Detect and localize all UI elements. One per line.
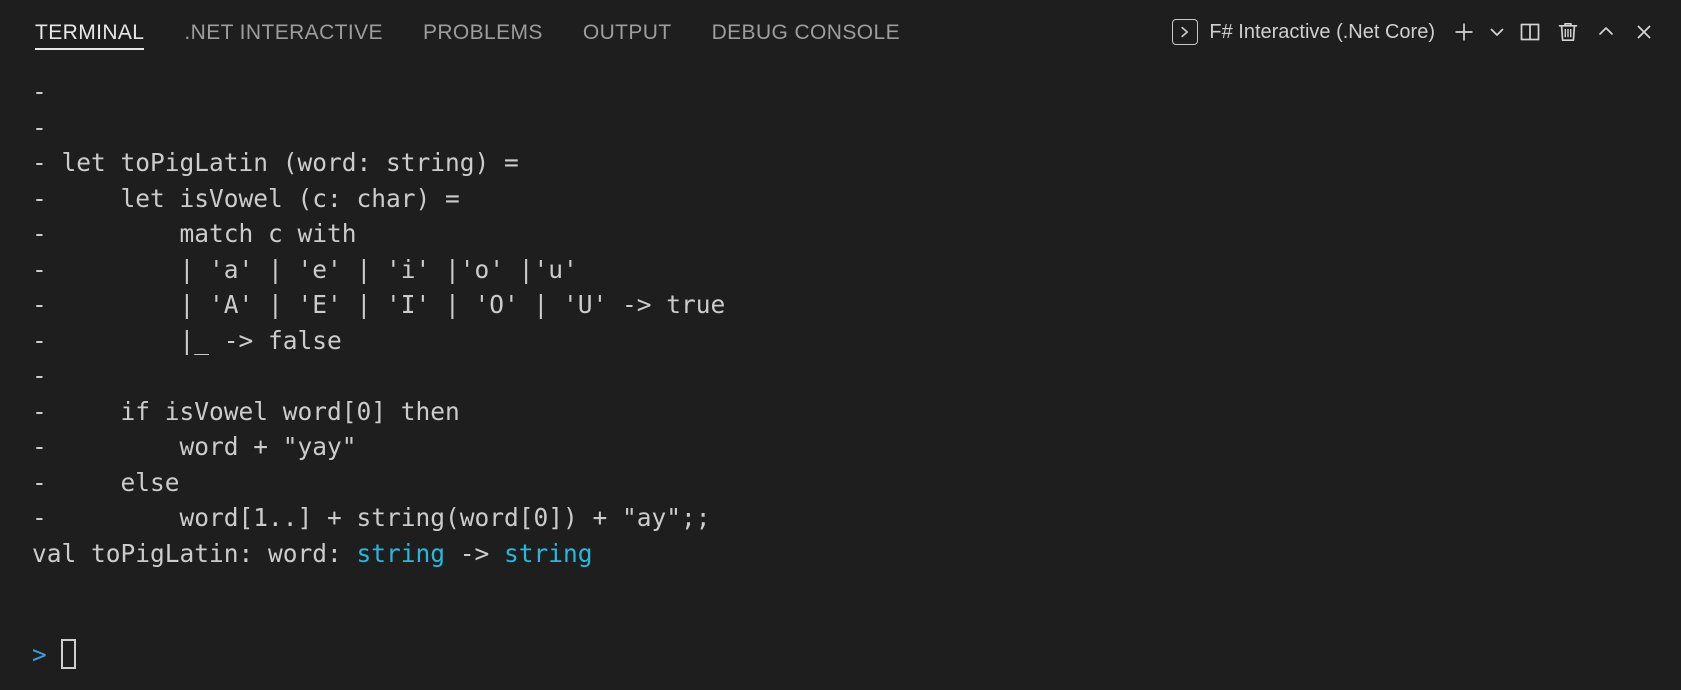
kill-terminal-button[interactable] [1549, 13, 1587, 51]
maximize-panel-button[interactable] [1587, 13, 1625, 51]
terminal-panel: TERMINAL .NET INTERACTIVE PROBLEMS OUTPU… [0, 0, 1681, 690]
terminal-line-segment: - |_ -> false [32, 325, 342, 355]
terminal-line-segment: string [356, 538, 446, 568]
tab-problems-label: PROBLEMS [422, 21, 543, 44]
split-terminal-button[interactable] [1511, 13, 1549, 51]
terminal-line-segment: - if isVowel word[0] then [32, 396, 460, 426]
tab-debug-console-label: DEBUG CONSOLE [711, 21, 900, 44]
trash-icon [1555, 19, 1581, 45]
terminal-line-segment: - [32, 112, 62, 142]
prompt-symbol: > [32, 639, 47, 669]
terminal-chevron-icon [1172, 19, 1199, 45]
terminal-line-segment: - match c with [32, 219, 357, 248]
terminal-line-segment: string [504, 538, 593, 568]
terminal-output-area[interactable]: - - - let toPigLatin (word: string) = - l… [0, 66, 1681, 690]
terminal-line-segment: - let isVowel (c: char) = [32, 183, 460, 213]
terminal-profile-dropdown-button[interactable] [1483, 13, 1511, 51]
terminal-line-segment: - word + "yay" [32, 432, 357, 461]
terminal-line: - [32, 358, 1681, 394]
chevron-up-icon [1594, 20, 1618, 44]
tab-problems[interactable]: PROBLEMS [403, 0, 563, 66]
terminal-line: - let isVowel (c: char) = [32, 181, 1681, 217]
split-panel-icon [1517, 19, 1543, 45]
terminal-prompt-row[interactable]: > [32, 637, 76, 673]
tab-dotnet-interactive[interactable]: .NET INTERACTIVE [164, 0, 403, 66]
tab-debug-console[interactable]: DEBUG CONSOLE [692, 0, 920, 66]
tab-output-label: OUTPUT [582, 21, 672, 44]
terminal-line-segment: val toPigLatin: word: [32, 538, 357, 568]
plus-icon [1451, 19, 1477, 45]
terminal-line: - | 'A' | 'E' | 'I' | 'O' | 'U' -> true [32, 287, 1681, 323]
tab-dotnet-interactive-label: .NET INTERACTIVE [184, 21, 383, 44]
terminal-line-segment: - [32, 77, 62, 106]
terminal-line-segment: - else [32, 467, 180, 497]
panel-tab-list: TERMINAL .NET INTERACTIVE PROBLEMS OUTPU… [30, 0, 920, 66]
tab-output[interactable]: OUTPUT [563, 0, 692, 66]
terminal-line: - [32, 74, 1681, 110]
terminal-line-segment: -> [445, 538, 505, 568]
header-spacer [920, 0, 1168, 66]
terminal-line: - match c with [32, 216, 1681, 252]
tab-terminal[interactable]: TERMINAL [30, 0, 164, 66]
terminal-line: - |_ -> false [32, 323, 1681, 359]
terminal-line-segment: - word[1..] + string(word[0]) + "ay";; [32, 503, 711, 532]
text-cursor [60, 639, 76, 670]
terminal-line-segment: - let toPigLatin (word: string) = [32, 148, 519, 177]
active-terminal-selector[interactable]: F# Interactive (.Net Core) [1168, 19, 1445, 45]
close-panel-button[interactable] [1625, 13, 1663, 51]
terminal-line: - else [32, 465, 1681, 501]
terminal-line: val toPigLatin: word: string -> string [32, 536, 1681, 572]
terminal-line-list: - - - let toPigLatin (word: string) = - l… [32, 74, 1681, 607]
chevron-down-icon [1487, 22, 1507, 42]
tab-terminal-label: TERMINAL [35, 21, 145, 44]
terminal-line: - | 'a' | 'e' | 'i' |'o' |'u' [32, 252, 1681, 288]
terminal-line: - word + "yay" [32, 429, 1681, 465]
panel-header: TERMINAL .NET INTERACTIVE PROBLEMS OUTPU… [0, 0, 1681, 66]
terminal-line: - [32, 110, 1681, 146]
terminal-line: - word[1..] + string(word[0]) + "ay";; [32, 500, 1681, 536]
panel-actions: F# Interactive (.Net Core) [1168, 0, 1663, 66]
terminal-line: - if isVowel word[0] then [32, 394, 1681, 430]
active-terminal-name: F# Interactive (.Net Core) [1209, 20, 1435, 43]
close-icon [1632, 20, 1656, 44]
new-terminal-button[interactable] [1445, 13, 1483, 51]
terminal-line-segment: - | 'A' | 'E' | 'I' | 'O' | 'U' -> true [32, 290, 726, 319]
terminal-line: - let toPigLatin (word: string) = [32, 145, 1681, 181]
terminal-line-segment: - | 'a' | 'e' | 'i' |'o' |'u' [32, 254, 578, 284]
terminal-line-segment: - [32, 361, 62, 390]
